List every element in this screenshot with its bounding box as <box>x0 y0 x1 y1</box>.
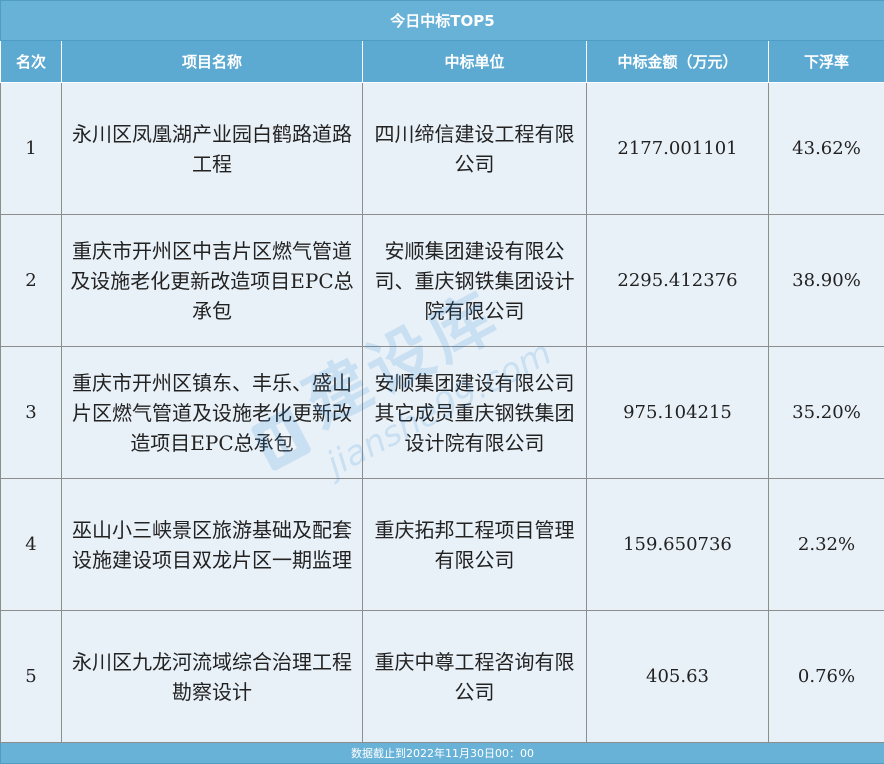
table-row: 4 巫山小三峡景区旅游基础及配套设施建设项目双龙片区一期监理 重庆拓邦工程项目管… <box>1 479 884 611</box>
top5-table: 今日中标TOP5 名次 项目名称 中标单位 中标金额（万元） 下浮率 1 永川区… <box>0 0 884 764</box>
project-cell: 永川区凤凰湖产业园白鹤路道路工程 <box>62 83 363 215</box>
header-company: 中标单位 <box>363 41 587 83</box>
rate-cell: 35.20% <box>769 347 884 479</box>
rank-cell: 4 <box>1 479 62 611</box>
rate-cell: 0.76% <box>769 611 884 743</box>
footer-row: 数据截止到2022年11月30日00：00 <box>1 743 884 764</box>
header-project: 项目名称 <box>62 41 363 83</box>
table-row: 5 永川区九龙河流域综合治理工程勘察设计 重庆中尊工程咨询有限公司 405.63… <box>1 611 884 743</box>
table-row: 1 永川区凤凰湖产业园白鹤路道路工程 四川缔信建设工程有限公司 2177.001… <box>1 83 884 215</box>
header-rank: 名次 <box>1 41 62 83</box>
table-row: 2 重庆市开州区中吉片区燃气管道及设施老化更新改造项目EPC总承包 安顺集团建设… <box>1 215 884 347</box>
table-title: 今日中标TOP5 <box>1 1 884 41</box>
table-row: 3 重庆市开州区镇东、丰乐、盛山片区燃气管道及设施老化更新改造项目EPC总承包 … <box>1 347 884 479</box>
company-cell: 安顺集团建设有限公司其它成员重庆钢铁集团设计院有限公司 <box>363 347 587 479</box>
header-rate: 下浮率 <box>769 41 884 83</box>
project-cell: 重庆市开州区中吉片区燃气管道及设施老化更新改造项目EPC总承包 <box>62 215 363 347</box>
amount-cell: 405.63 <box>587 611 769 743</box>
rate-cell: 38.90% <box>769 215 884 347</box>
rank-cell: 1 <box>1 83 62 215</box>
rank-cell: 5 <box>1 611 62 743</box>
project-cell: 永川区九龙河流域综合治理工程勘察设计 <box>62 611 363 743</box>
company-cell: 四川缔信建设工程有限公司 <box>363 83 587 215</box>
rank-cell: 2 <box>1 215 62 347</box>
company-cell: 安顺集团建设有限公司、重庆钢铁集团设计院有限公司 <box>363 215 587 347</box>
table-title-row: 今日中标TOP5 <box>1 1 884 41</box>
amount-cell: 2177.001101 <box>587 83 769 215</box>
project-cell: 巫山小三峡景区旅游基础及配套设施建设项目双龙片区一期监理 <box>62 479 363 611</box>
rate-cell: 2.32% <box>769 479 884 611</box>
company-cell: 重庆中尊工程咨询有限公司 <box>363 611 587 743</box>
project-cell: 重庆市开州区镇东、丰乐、盛山片区燃气管道及设施老化更新改造项目EPC总承包 <box>62 347 363 479</box>
rank-cell: 3 <box>1 347 62 479</box>
amount-cell: 975.104215 <box>587 347 769 479</box>
company-cell: 重庆拓邦工程项目管理有限公司 <box>363 479 587 611</box>
page: 今日中标TOP5 名次 项目名称 中标单位 中标金额（万元） 下浮率 1 永川区… <box>0 0 884 763</box>
rate-cell: 43.62% <box>769 83 884 215</box>
header-row: 名次 项目名称 中标单位 中标金额（万元） 下浮率 <box>1 41 884 83</box>
amount-cell: 2295.412376 <box>587 215 769 347</box>
header-amount: 中标金额（万元） <box>587 41 769 83</box>
data-cutoff-note: 数据截止到2022年11月30日00：00 <box>1 743 884 764</box>
amount-cell: 159.650736 <box>587 479 769 611</box>
